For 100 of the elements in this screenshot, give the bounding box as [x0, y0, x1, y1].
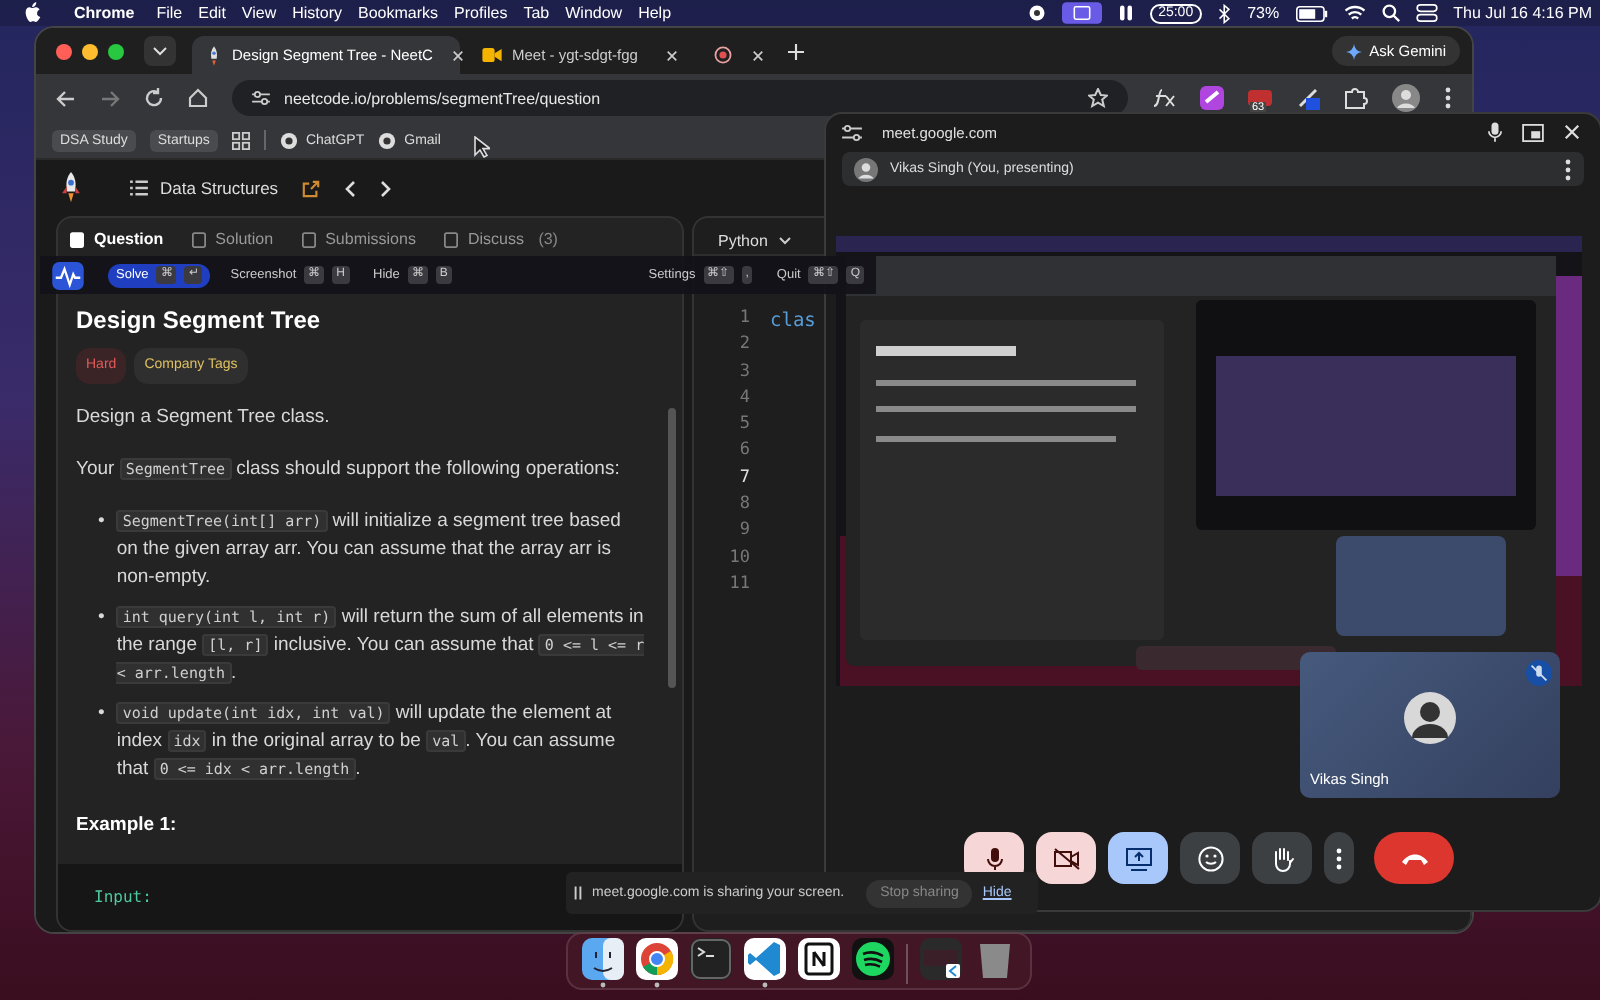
face-app-icon[interactable] — [582, 938, 624, 988]
menu-item[interactable]: Bookmarks — [358, 3, 439, 23]
previous-icon[interactable] — [344, 179, 357, 197]
bullet: • — [98, 604, 105, 632]
menu-item[interactable]: File — [156, 3, 183, 23]
list-icon — [130, 180, 148, 196]
hand-icon — [1269, 845, 1295, 871]
external-link-icon[interactable] — [302, 179, 321, 197]
wifi-icon[interactable] — [1343, 4, 1366, 22]
smiley-icon — [1197, 845, 1223, 871]
record-icon[interactable] — [1028, 4, 1047, 22]
search-icon[interactable] — [1381, 4, 1400, 22]
drag-handle-icon[interactable] — [574, 886, 582, 900]
more-icon[interactable] — [1564, 157, 1572, 181]
close-icon[interactable] — [452, 49, 465, 61]
apple-logo-icon[interactable] — [24, 2, 42, 24]
camera-button[interactable] — [1036, 832, 1096, 884]
end-button[interactable] — [1374, 832, 1454, 884]
site-settings-icon[interactable] — [842, 123, 862, 141]
address-bar[interactable]: neetcode.io/problems/segmentTree/question — [232, 80, 1128, 116]
panel-tab[interactable]: Question — [70, 226, 164, 254]
present-button[interactable] — [1108, 832, 1168, 884]
extension-icon[interactable] — [1248, 90, 1272, 106]
hand-button[interactable] — [1252, 832, 1312, 884]
minimize-window-button[interactable] — [82, 43, 98, 59]
more-button[interactable] — [1324, 832, 1354, 884]
tab-icon — [70, 232, 84, 248]
line-number: 10 — [729, 547, 750, 572]
site-settings-icon[interactable] — [252, 90, 270, 106]
next-icon[interactable] — [380, 179, 393, 197]
line-number: 4 — [739, 387, 750, 412]
zoom-window-button[interactable] — [108, 43, 124, 59]
tab-icon — [443, 232, 458, 248]
back-icon[interactable] — [56, 89, 76, 107]
close-icon[interactable] — [1564, 124, 1580, 140]
microphone-icon[interactable] — [1488, 122, 1502, 142]
screen-share-icon[interactable] — [1062, 2, 1103, 24]
panel-tab[interactable]: Discuss (3) — [443, 226, 558, 254]
bookmark-star-icon[interactable] — [1088, 88, 1108, 108]
menu-item[interactable]: Help — [638, 3, 672, 23]
rocket-icon — [206, 45, 222, 65]
pen-icon[interactable] — [1296, 86, 1320, 110]
forward-icon[interactable] — [100, 89, 120, 107]
close-icon[interactable] — [752, 49, 764, 61]
code-label: Input: — [94, 888, 152, 906]
menu-item[interactable]: History — [292, 3, 343, 23]
extension-icon[interactable] — [1200, 86, 1224, 110]
line-number: 5 — [739, 414, 750, 439]
menu-item[interactable]: Tab — [523, 3, 550, 23]
app-menu[interactable]: Chrome — [74, 3, 135, 23]
close-icon[interactable] — [666, 49, 678, 61]
caret-icon — [777, 235, 792, 245]
earbuds-icon[interactable] — [1118, 4, 1135, 22]
video-camera-icon — [482, 48, 502, 62]
url-text: neetcode.io/problems/segmentTree/question — [284, 89, 601, 107]
menu-item[interactable]: Edit — [198, 3, 226, 23]
panel-tab[interactable]: Solution — [191, 226, 274, 254]
record-icon[interactable] — [714, 46, 732, 64]
menu-item[interactable]: View — [241, 3, 277, 23]
ring-app-icon[interactable] — [636, 938, 678, 988]
tab-icon — [301, 232, 316, 248]
tab-search-button[interactable] — [144, 36, 176, 66]
clock: Thu Jul 16 4:16 PM — [1453, 3, 1592, 23]
paragraph: Design a Segment Tree class. — [76, 404, 332, 432]
bullet: • — [98, 700, 105, 728]
avatar-icon — [1404, 692, 1456, 744]
function-icon[interactable] — [1152, 88, 1176, 108]
emoji-button[interactable] — [1180, 832, 1240, 884]
bluetooth-icon[interactable] — [1217, 3, 1232, 23]
more-icon[interactable] — [1444, 86, 1452, 110]
line-number: 1 — [739, 308, 750, 332]
line-number: 11 — [729, 573, 750, 598]
line-number: 8 — [739, 494, 750, 519]
apps-grid-icon[interactable] — [231, 131, 250, 149]
reload-icon[interactable] — [144, 88, 164, 108]
problem-list-link[interactable]: Data Structures — [130, 178, 279, 198]
section-heading: Example 1: — [76, 812, 179, 840]
menu-item[interactable]: Profiles — [454, 3, 508, 23]
language-dropdown[interactable]: Python — [718, 231, 792, 249]
puzzle-icon[interactable] — [1344, 86, 1368, 110]
home-icon[interactable] — [188, 88, 208, 108]
new-tab-icon[interactable] — [788, 43, 804, 59]
bookmark-site-icon — [279, 131, 298, 149]
tab-icon — [191, 232, 206, 248]
caret-icon — [152, 46, 168, 56]
avatar-icon — [854, 157, 878, 181]
scrollbar[interactable] — [668, 408, 676, 688]
picture-in-picture-icon[interactable] — [1522, 123, 1544, 141]
panel-tab[interactable]: Submissions — [301, 226, 416, 254]
line-number: 3 — [739, 361, 750, 386]
close-window-button[interactable] — [56, 43, 72, 59]
waveform-logo-icon[interactable] — [52, 261, 84, 289]
line-number: 6 — [739, 440, 750, 465]
control-center-icon[interactable] — [1415, 4, 1438, 22]
menu-item[interactable]: Window — [565, 3, 623, 23]
line-number: 9 — [739, 520, 750, 545]
ribbon-app-icon[interactable] — [744, 938, 786, 988]
avatar-icon[interactable] — [1392, 84, 1420, 112]
battery-icon[interactable] — [1295, 5, 1328, 21]
rocket-logo-icon[interactable] — [60, 172, 82, 204]
